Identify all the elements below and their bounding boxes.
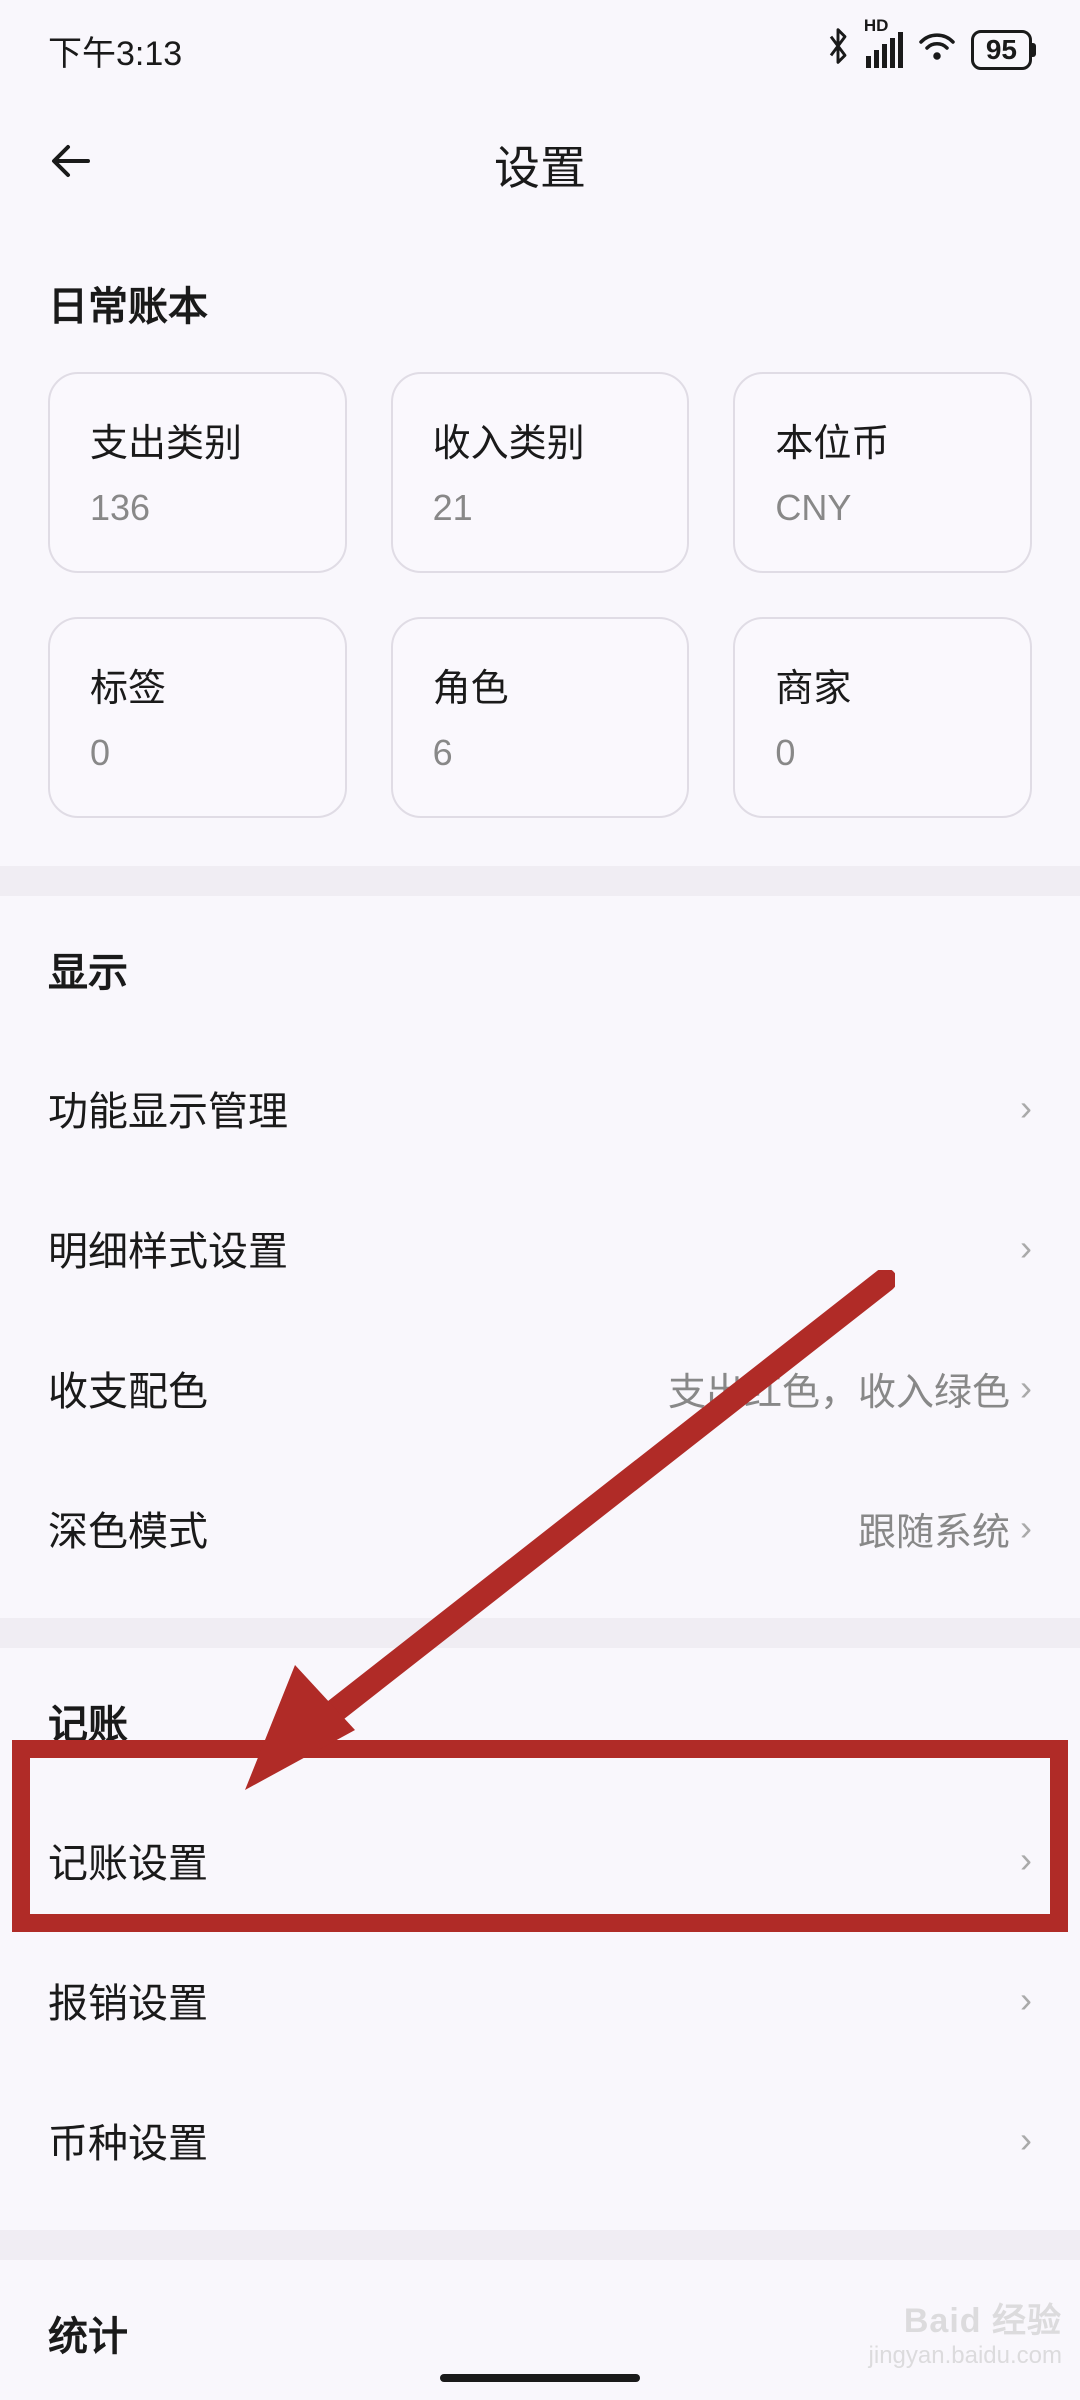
signal-icon: HD <box>866 32 903 68</box>
ledger-section: 日常账本 支出类别 136 收入类别 21 本位币 CNY 标签 0 角色 6 … <box>0 230 1080 818</box>
list-label: 功能显示管理 <box>48 1079 288 1137</box>
list-label: 明细样式设置 <box>48 1219 288 1277</box>
list-value: 跟随系统 <box>858 1501 1010 1556</box>
item-accounting-settings[interactable]: 记账设置 › <box>0 1790 1080 1930</box>
list-label: 币种设置 <box>48 2111 208 2169</box>
wifi-icon <box>917 30 957 71</box>
card-label: 角色 <box>433 657 648 712</box>
chevron-right-icon: › <box>1020 1227 1032 1269</box>
item-detail-style-settings[interactable]: 明细样式设置 › <box>0 1178 1080 1318</box>
card-merchants[interactable]: 商家 0 <box>733 617 1032 818</box>
watermark: Baid 经验 jingyan.baidu.com <box>869 2293 1062 2370</box>
chevron-right-icon: › <box>1020 1367 1032 1409</box>
page-title: 设置 <box>494 132 586 198</box>
status-right: HD 95 <box>824 27 1032 74</box>
item-feature-display-management[interactable]: 功能显示管理 › <box>0 1038 1080 1178</box>
accounting-section: 记账 <box>0 1648 1080 1790</box>
home-indicator[interactable] <box>440 2374 640 2382</box>
divider <box>0 2230 1080 2260</box>
list-label: 记账设置 <box>48 1831 208 1889</box>
battery-icon: 95 <box>971 30 1032 70</box>
watermark-main: Baid 经验 <box>869 2293 1062 2342</box>
divider <box>0 866 1080 896</box>
bluetooth-icon <box>824 27 852 74</box>
chevron-right-icon: › <box>1020 2119 1032 2161</box>
item-dark-mode[interactable]: 深色模式 跟随系统 › <box>0 1458 1080 1598</box>
card-value: 6 <box>433 732 648 774</box>
ledger-card-grid: 支出类别 136 收入类别 21 本位币 CNY 标签 0 角色 6 商家 0 <box>48 372 1032 818</box>
chevron-right-icon: › <box>1020 1839 1032 1881</box>
card-expense-category[interactable]: 支出类别 136 <box>48 372 347 573</box>
card-base-currency[interactable]: 本位币 CNY <box>733 372 1032 573</box>
card-value: 0 <box>775 732 990 774</box>
list-label: 收支配色 <box>48 1359 208 1417</box>
display-section-title: 显示 <box>48 940 1032 998</box>
card-income-category[interactable]: 收入类别 21 <box>391 372 690 573</box>
card-label: 标签 <box>90 657 305 712</box>
watermark-sub: jingyan.baidu.com <box>869 2342 1062 2370</box>
card-value: 21 <box>433 487 648 529</box>
list-value: 支出红色，收入绿色 <box>668 1361 1010 1416</box>
item-reimbursement-settings[interactable]: 报销设置 › <box>0 1930 1080 2070</box>
chevron-right-icon: › <box>1020 1507 1032 1549</box>
back-button[interactable] <box>48 137 96 194</box>
divider <box>0 1618 1080 1648</box>
item-currency-settings[interactable]: 币种设置 › <box>0 2070 1080 2210</box>
accounting-section-title: 记账 <box>48 1692 1032 1750</box>
display-section: 显示 <box>0 896 1080 1038</box>
card-tags[interactable]: 标签 0 <box>48 617 347 818</box>
list-label: 报销设置 <box>48 1971 208 2029</box>
card-roles[interactable]: 角色 6 <box>391 617 690 818</box>
chevron-right-icon: › <box>1020 1087 1032 1129</box>
status-bar: 下午3:13 HD 95 <box>0 0 1080 100</box>
status-time: 下午3:13 <box>48 26 182 75</box>
chevron-right-icon: › <box>1020 1979 1032 2021</box>
card-value: 136 <box>90 487 305 529</box>
card-label: 商家 <box>775 657 990 712</box>
card-value: 0 <box>90 732 305 774</box>
card-label: 本位币 <box>775 412 990 467</box>
header: 设置 <box>0 100 1080 230</box>
card-value: CNY <box>775 487 990 529</box>
card-label: 支出类别 <box>90 412 305 467</box>
list-label: 深色模式 <box>48 1499 208 1557</box>
item-color-scheme[interactable]: 收支配色 支出红色，收入绿色 › <box>0 1318 1080 1458</box>
card-label: 收入类别 <box>433 412 648 467</box>
ledger-section-title: 日常账本 <box>48 274 1032 332</box>
